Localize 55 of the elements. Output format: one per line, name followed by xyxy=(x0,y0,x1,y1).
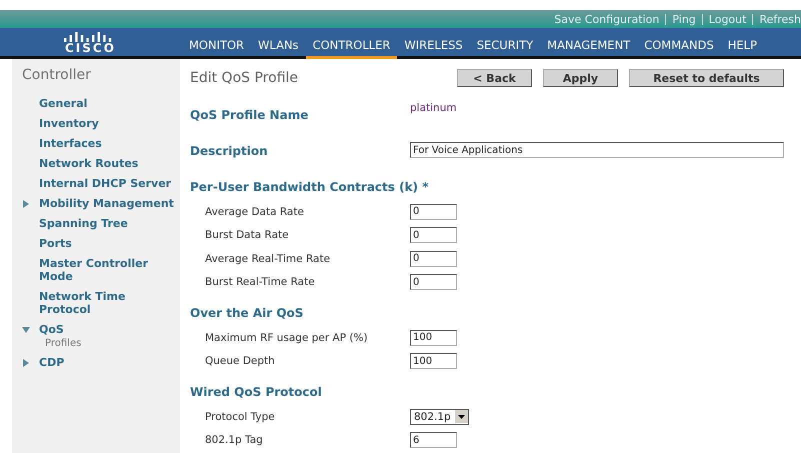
logo-bars-icon xyxy=(63,30,113,42)
field-label: Average Real-Time Rate xyxy=(205,252,332,265)
sidebar-link[interactable]: General xyxy=(39,97,179,110)
input-field[interactable]: 0 xyxy=(410,204,457,220)
triangle-right-icon[interactable] xyxy=(22,200,30,208)
field-label: Burst Data Rate xyxy=(205,229,290,242)
nav-tab[interactable]: WLANs xyxy=(251,38,306,59)
sidebar-link[interactable]: Network Time Protocol xyxy=(39,290,179,316)
nav-tab[interactable]: MANAGEMENT xyxy=(540,38,638,59)
nav-tab[interactable]: HELP xyxy=(720,38,764,59)
sidebar-link[interactable]: Interfaces xyxy=(39,137,179,150)
sidebar-link[interactable]: Mobility Management xyxy=(39,197,179,210)
field-label: Burst Real-Time Rate xyxy=(205,276,316,288)
field-label: Description xyxy=(190,144,269,158)
input-field[interactable]: For Voice Applications xyxy=(410,142,784,158)
field-label: Maximum RF usage per AP (%) xyxy=(205,332,369,344)
field-label: Protocol Type xyxy=(205,410,276,423)
sidebar-link[interactable]: Spanning Tree xyxy=(39,217,179,230)
input-field[interactable]: 0 xyxy=(410,227,457,244)
section-heading: Per-User Bandwidth Contracts (k) * xyxy=(190,180,430,194)
sidebar-link[interactable]: Network Routes xyxy=(39,157,179,170)
field-label: 802.1p Tag xyxy=(205,434,264,446)
logo-text: CISCO xyxy=(65,42,116,54)
input-field[interactable]: 6 xyxy=(410,432,457,448)
sidebar-link[interactable]: QoS xyxy=(39,323,179,336)
action-button[interactable]: Reset to defaults xyxy=(629,69,784,87)
sidebar-title: Controller xyxy=(22,67,92,83)
nav-tab[interactable]: COMMANDS xyxy=(637,38,721,59)
sidebar-sublink[interactable]: Profiles xyxy=(39,338,179,349)
nav-tab[interactable]: SECURITY xyxy=(470,38,540,59)
nav-tab[interactable]: CONTROLLER xyxy=(306,38,398,59)
field-label: QoS Profile Name xyxy=(190,108,310,122)
nav-tab[interactable]: WIRELESS xyxy=(397,38,470,59)
action-button[interactable]: < Back xyxy=(457,69,532,87)
input-field[interactable]: 100 xyxy=(410,330,457,346)
sidebar-link[interactable]: Ports xyxy=(39,237,179,250)
triangle-right-icon[interactable] xyxy=(22,359,30,367)
sidebar-link[interactable]: Master Controller Mode xyxy=(39,257,179,283)
field-label: Average Data Rate xyxy=(205,206,305,218)
input-field[interactable]: 0 xyxy=(410,274,457,290)
dropdown[interactable]: 802.1p xyxy=(410,408,469,425)
caret-icon[interactable] xyxy=(454,410,468,424)
triangle-down-icon[interactable] xyxy=(22,326,30,334)
field-value: platinum xyxy=(410,102,457,114)
sidebar-link[interactable]: CDP xyxy=(39,356,179,369)
page-title: Edit QoS Profile xyxy=(190,70,300,86)
section-heading: Wired QoS Protocol xyxy=(190,385,323,399)
input-field[interactable]: 100 xyxy=(410,353,457,370)
nav-tab[interactable]: MONITOR xyxy=(182,38,252,59)
sidebar-link[interactable]: Internal DHCP Server xyxy=(39,177,179,190)
field-label: Queue Depth xyxy=(205,355,276,368)
sidebar-link[interactable]: Inventory xyxy=(39,117,179,130)
section-heading: Over the Air QoS xyxy=(190,306,304,320)
action-button[interactable]: Apply xyxy=(543,69,618,87)
input-field[interactable]: 0 xyxy=(410,250,457,267)
